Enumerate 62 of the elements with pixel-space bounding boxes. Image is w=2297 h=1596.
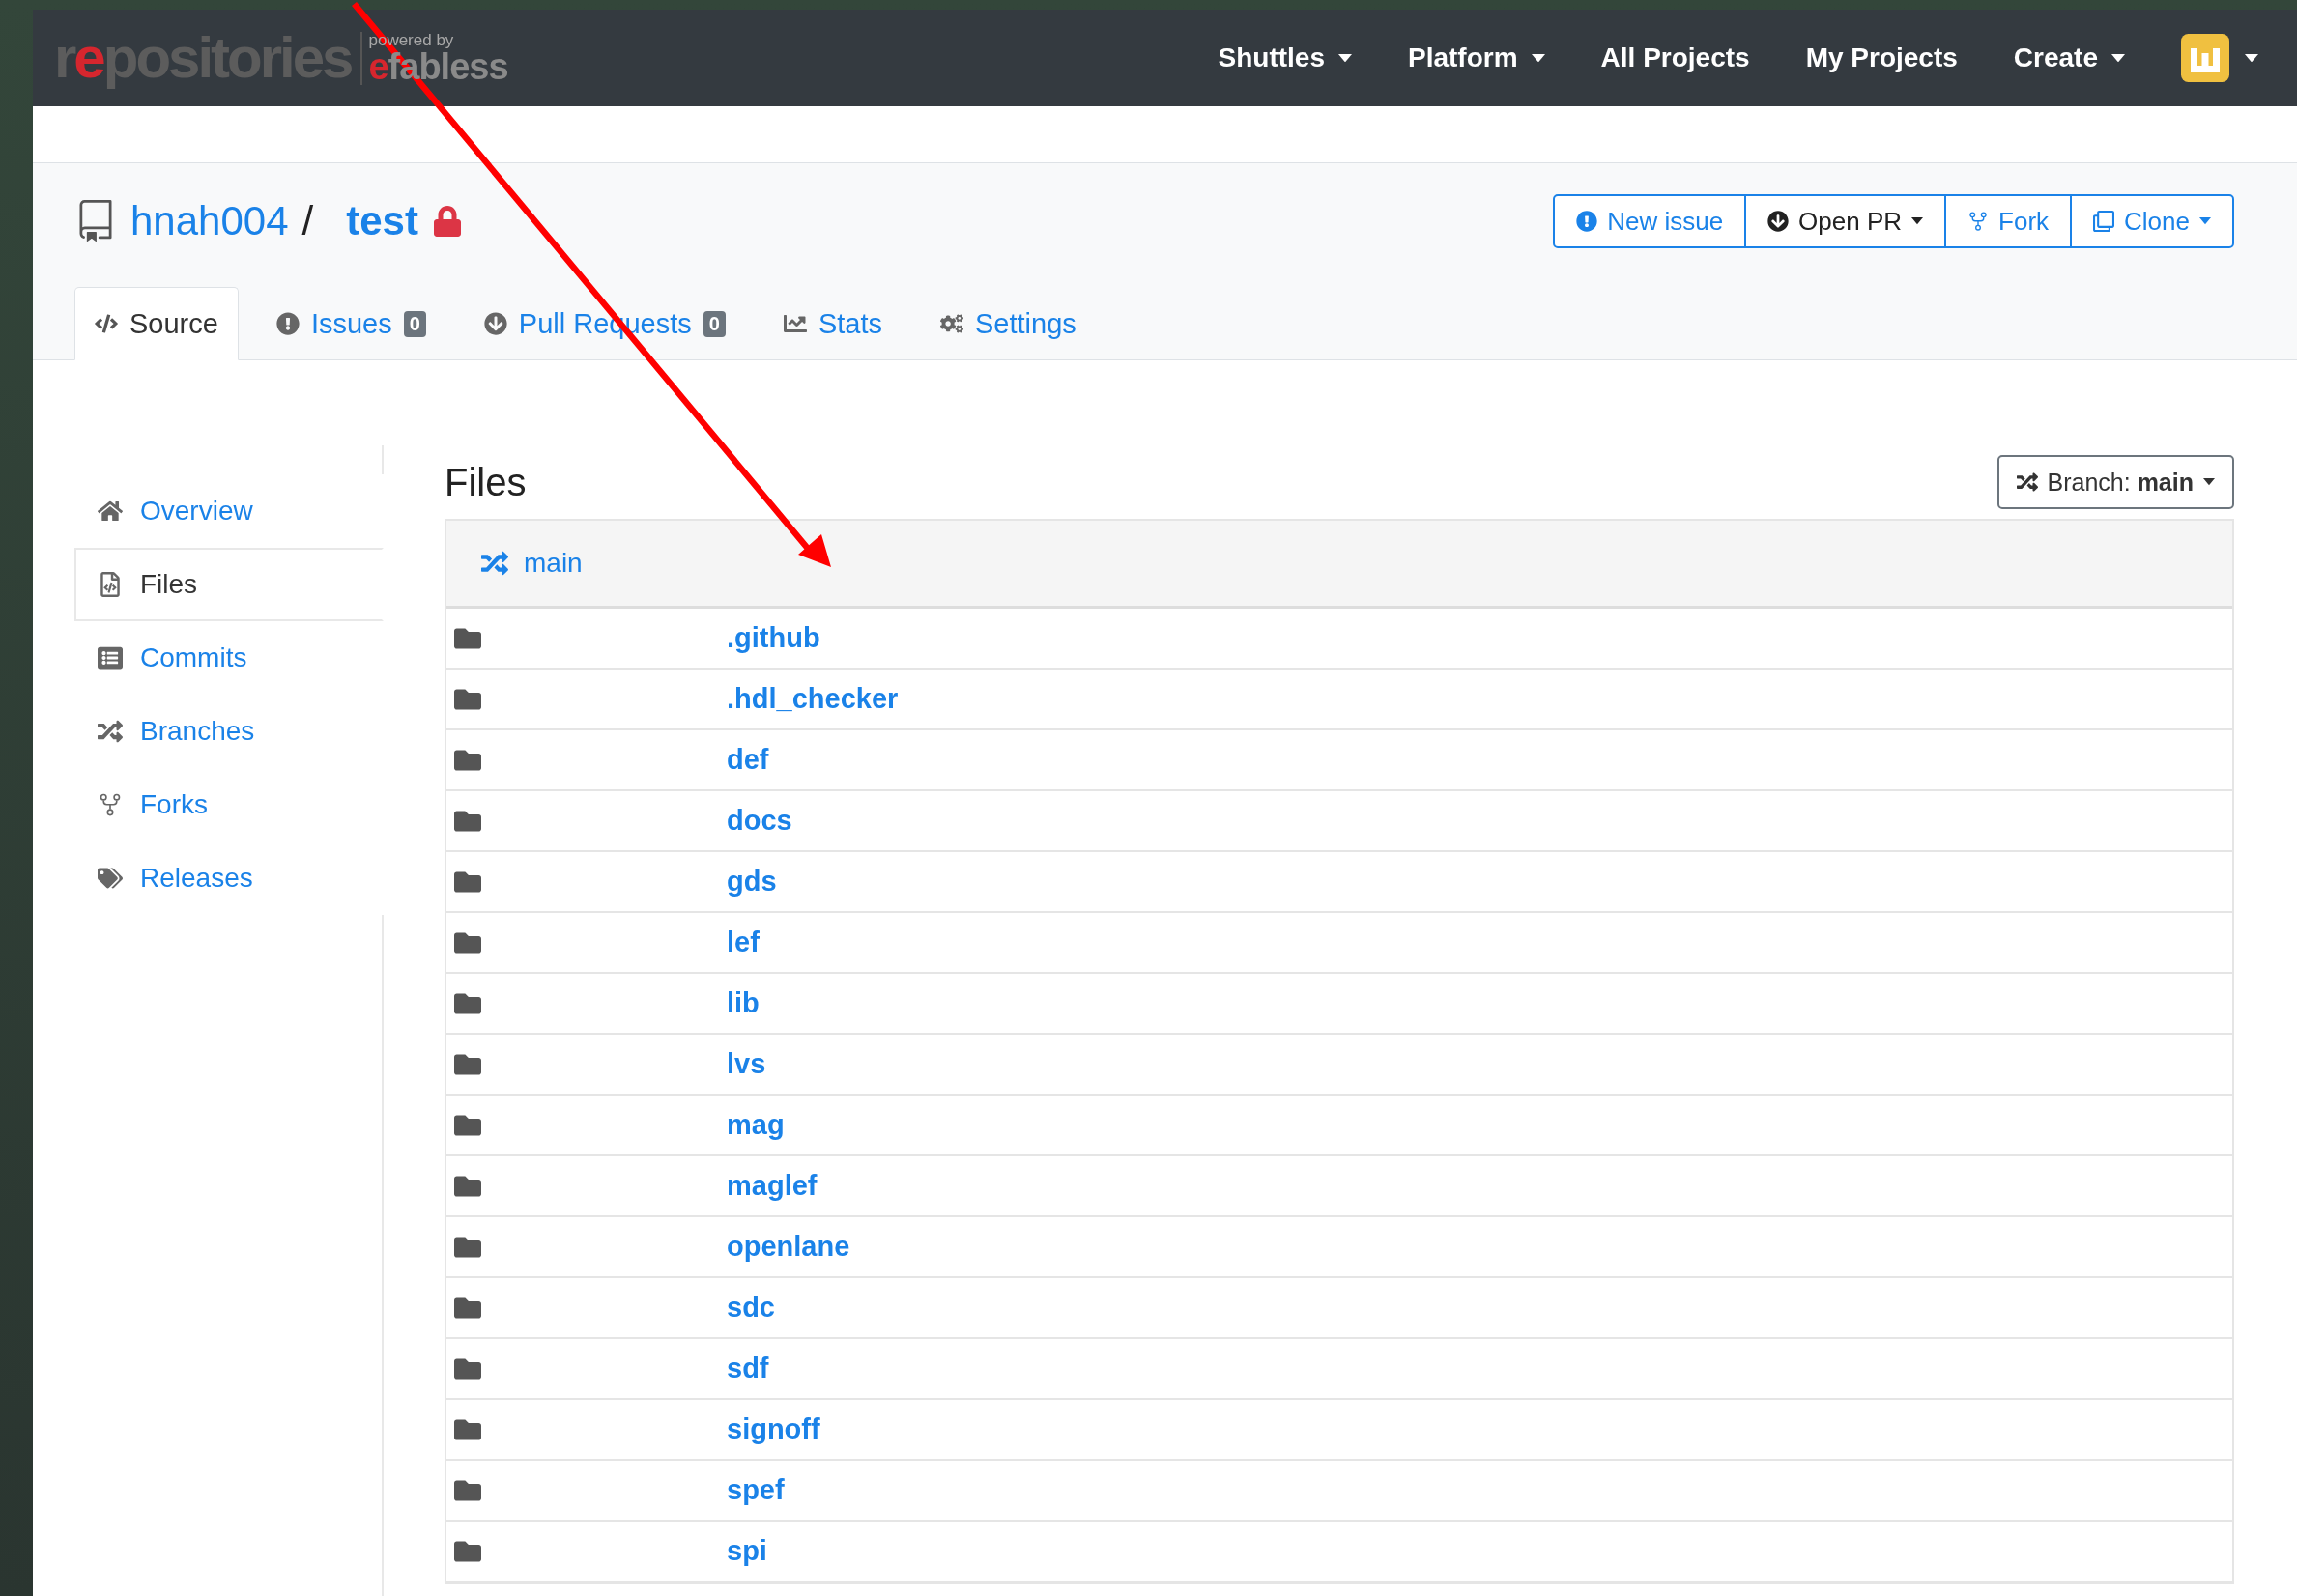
folder-link[interactable]: spef <box>727 1474 785 1506</box>
nav-link[interactable]: All Projects <box>1600 43 1750 73</box>
section-title: Files <box>445 460 527 504</box>
caret-icon <box>2199 217 2211 225</box>
nav-link[interactable]: Shuttles <box>1218 43 1352 73</box>
fork-icon <box>1967 211 1990 232</box>
action-button[interactable]: Fork <box>1944 194 2073 248</box>
shuffle-icon <box>98 719 123 744</box>
folder-link[interactable]: sdf <box>727 1353 769 1384</box>
exclamation-icon <box>275 312 300 335</box>
caret-icon <box>2245 53 2258 63</box>
copy-icon <box>2093 211 2115 232</box>
branch-link[interactable]: main <box>524 548 583 579</box>
home-icon <box>98 499 123 524</box>
nav-link[interactable]: My Projects <box>1805 43 1958 73</box>
owner-link[interactable]: hnah004 <box>130 198 289 244</box>
folder-link[interactable]: maglef <box>727 1170 818 1202</box>
folder-link[interactable]: lvs <box>727 1048 766 1080</box>
action-button[interactable]: Open PR <box>1744 194 1947 248</box>
line-chart-icon <box>783 312 807 335</box>
folder-link[interactable]: lib <box>727 987 760 1019</box>
caret-icon <box>1338 53 1352 63</box>
repo-name-link[interactable]: test <box>346 198 418 244</box>
code-icon <box>95 312 118 335</box>
exclamation-icon <box>1576 211 1598 232</box>
branch-dropdown[interactable]: Branch: main <box>1996 455 2234 509</box>
caret-icon <box>2111 53 2125 63</box>
caret-icon <box>1911 217 1924 225</box>
folder-link[interactable]: lef <box>727 926 760 958</box>
sidebar-item[interactable]: Files <box>74 548 384 621</box>
fork-icon <box>98 792 123 817</box>
action-button[interactable]: Clone <box>2070 194 2234 248</box>
code-file-icon <box>98 572 123 597</box>
count-badge: 0 <box>403 310 426 337</box>
tab[interactable]: Source <box>74 287 239 360</box>
settings-icon <box>940 312 963 335</box>
tab[interactable]: Settings <box>920 287 1097 360</box>
tags-icon <box>98 866 123 891</box>
nav-link[interactable]: Platform <box>1408 43 1545 73</box>
list-icon <box>98 645 123 670</box>
folder-link[interactable]: .hdl_checker <box>727 683 899 715</box>
folder-link[interactable]: openlane <box>727 1231 850 1263</box>
nav-link[interactable]: Create <box>2013 43 2125 73</box>
caret-icon <box>2203 478 2215 486</box>
shuffle-icon <box>481 550 508 577</box>
folder-link[interactable]: docs <box>727 805 792 837</box>
count-badge: 0 <box>703 310 726 337</box>
folder-link[interactable]: def <box>727 744 769 776</box>
path-separator: / <box>301 198 314 244</box>
caret-icon <box>1531 53 1545 63</box>
folder-link[interactable]: gds <box>727 866 777 898</box>
folder-link[interactable]: mag <box>727 1109 785 1141</box>
folder-link[interactable]: .github <box>727 622 820 654</box>
tab[interactable]: Stats <box>762 287 903 360</box>
shuffle-icon <box>2016 471 2038 493</box>
folder-link[interactable]: signoff <box>727 1413 820 1445</box>
avatar-icon <box>2181 34 2229 82</box>
folder-link[interactable]: spi <box>727 1535 767 1567</box>
action-button[interactable]: New issue <box>1553 194 1747 248</box>
tab[interactable]: Issues 0 <box>255 287 446 360</box>
folder-link[interactable]: sdc <box>727 1292 775 1324</box>
user-menu-button[interactable] <box>2181 34 2258 82</box>
